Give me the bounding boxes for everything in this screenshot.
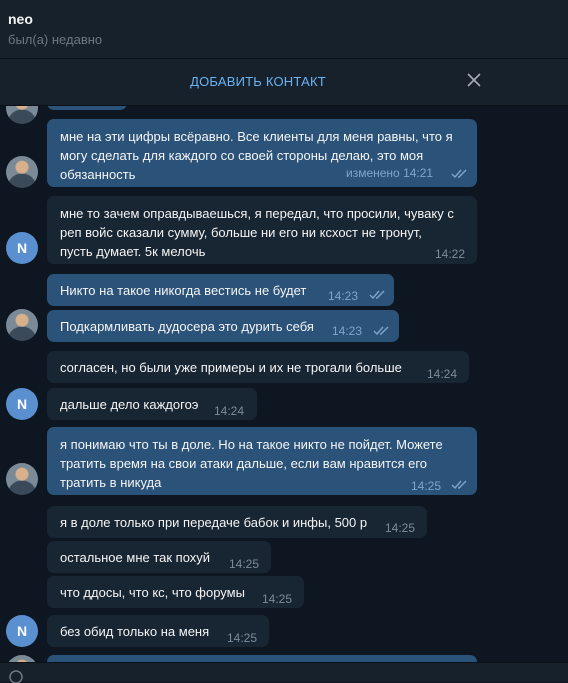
- double-check-icon: [373, 326, 389, 336]
- message-bubble[interactable]: дальше дело каждогоэ 14:24: [47, 388, 257, 420]
- message-bubble[interactable]: Никто на такое никогда вестись не будет …: [47, 274, 394, 306]
- message-bubble-partial[interactable]: [47, 106, 127, 110]
- add-contact-bar: ДОБАВИТЬ КОНТАКТ: [0, 59, 568, 106]
- message-text: Никто на такое никогда вестись не будет: [60, 283, 307, 298]
- avatar[interactable]: [6, 106, 38, 124]
- avatar[interactable]: N: [6, 615, 38, 647]
- message-time: 14:25: [262, 592, 293, 606]
- message-time: изменено 14:21: [346, 166, 434, 180]
- avatar[interactable]: N: [6, 388, 38, 420]
- message-time: 14:25: [227, 631, 258, 645]
- message-text: без обид только на меня: [60, 624, 210, 639]
- message-bubble[interactable]: я понимаю что ты в доле. Но на такое ник…: [47, 427, 477, 495]
- message-text: дальше дело каждогоэ: [60, 397, 199, 412]
- message-composer[interactable]: [0, 662, 568, 683]
- message-bubble[interactable]: согласен, но были уже примеры и их не тр…: [47, 351, 469, 383]
- message-time: 14:24: [427, 367, 458, 381]
- avatar[interactable]: [6, 463, 38, 495]
- message-bubble[interactable]: мне на эти цифры всёравно. Все клиенты д…: [47, 119, 477, 187]
- message-list[interactable]: мне на эти цифры всёравно. Все клиенты д…: [0, 106, 568, 662]
- message-bubble[interactable]: мне то зачем оправдываешься, я передал, …: [47, 196, 477, 264]
- message-bubble[interactable]: Подкармливать дудосера это дурить себя 1…: [47, 310, 399, 342]
- message-text: согласен, но были уже примеры и их не тр…: [60, 360, 402, 375]
- message-time: 14:25: [229, 557, 260, 571]
- message-text: что ддосы, что кс, что форумы: [60, 585, 245, 600]
- avatar[interactable]: [6, 309, 38, 341]
- message-time: 14:25: [385, 521, 416, 535]
- message-bubble[interactable]: остальное мне так похуй 14:25: [47, 541, 271, 573]
- message-time: 14:24: [214, 404, 245, 418]
- message-time: 14:22: [435, 247, 466, 261]
- message-bubble-partial[interactable]: [47, 655, 477, 662]
- message-text: Подкармливать дудосера это дурить себя: [60, 319, 314, 334]
- message-time: 14:23: [328, 289, 359, 303]
- contact-name[interactable]: neo: [8, 11, 33, 27]
- double-check-icon: [451, 480, 467, 490]
- avatar[interactable]: [6, 156, 38, 188]
- message-time: 14:25: [411, 479, 442, 493]
- message-bubble[interactable]: что ддосы, что кс, что форумы 14:25: [47, 576, 304, 608]
- avatar[interactable]: [6, 655, 38, 662]
- message-bubble[interactable]: без обид только на меня 14:25: [47, 615, 269, 647]
- message-time: 14:23: [332, 324, 363, 338]
- chat-header[interactable]: neo был(а) недавно: [0, 0, 568, 59]
- message-text: остальное мне так похуй: [60, 550, 211, 565]
- message-text: мне то зачем оправдываешься, я передал, …: [60, 206, 454, 259]
- contact-status: был(а) недавно: [8, 32, 103, 47]
- double-check-icon: [369, 290, 385, 300]
- add-contact-button[interactable]: ДОБАВИТЬ КОНТАКТ: [0, 74, 516, 89]
- double-check-icon: [451, 169, 467, 179]
- avatar[interactable]: N: [6, 232, 38, 264]
- close-icon[interactable]: [467, 73, 481, 87]
- message-text: я в доле только при передаче бабок и инф…: [60, 515, 368, 530]
- message-bubble[interactable]: я в доле только при передаче бабок и инф…: [47, 506, 427, 538]
- message-text: я понимаю что ты в доле. Но на такое ник…: [60, 437, 443, 490]
